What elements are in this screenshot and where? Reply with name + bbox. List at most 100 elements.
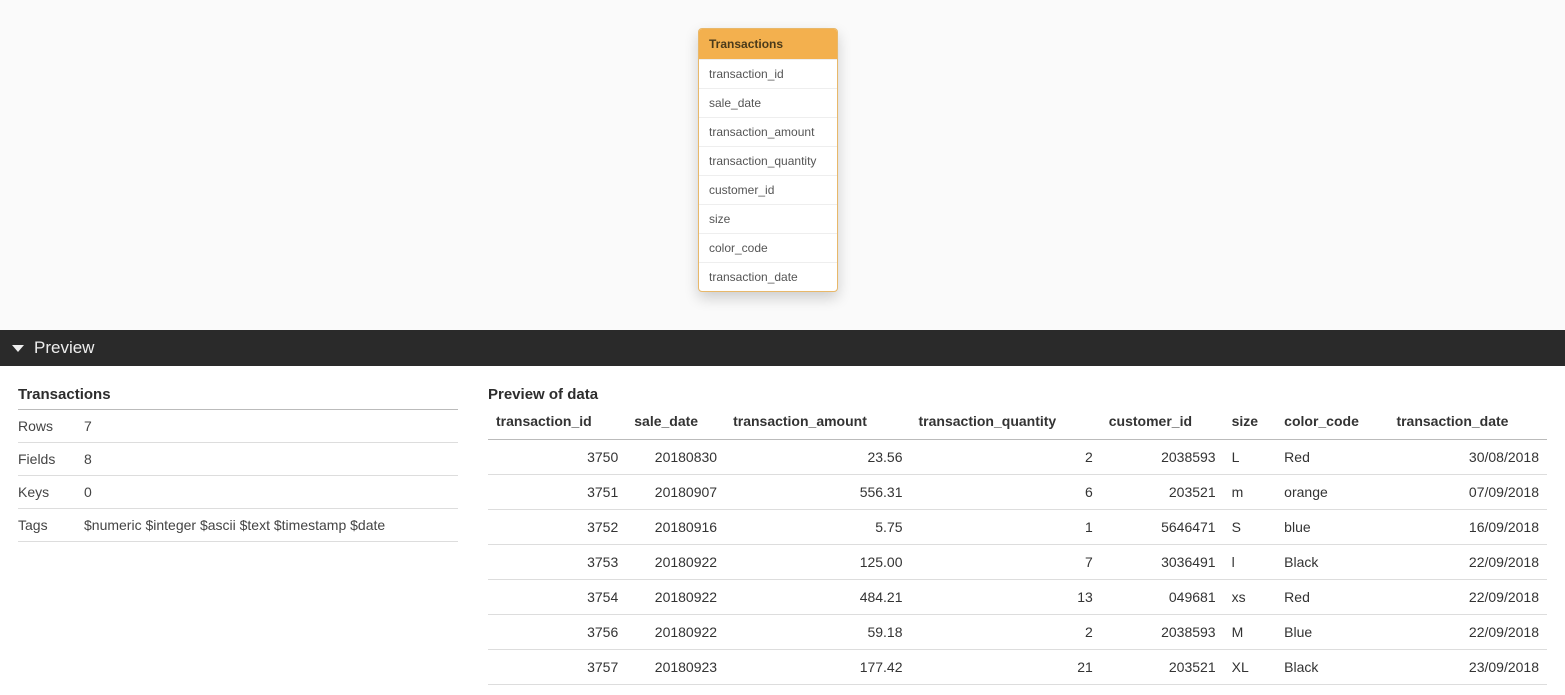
table-cell: 30/08/2018 — [1388, 440, 1547, 475]
table-card-field[interactable]: customer_id — [699, 175, 837, 204]
table-cell: 21 — [911, 650, 1101, 685]
table-column-header[interactable]: transaction_amount — [725, 407, 910, 440]
table-row[interactable]: 375120180907556.316203521morange07/09/20… — [488, 475, 1547, 510]
table-header-row: transaction_idsale_datetransaction_amoun… — [488, 407, 1547, 440]
table-cell: 556.31 — [725, 475, 910, 510]
table-card-field[interactable]: transaction_date — [699, 262, 837, 291]
data-table: transaction_idsale_datetransaction_amoun… — [488, 407, 1547, 685]
table-cell: 2038593 — [1101, 615, 1224, 650]
table-cell: blue — [1276, 510, 1388, 545]
table-cell: 59.18 — [725, 615, 910, 650]
table-cell: 20180922 — [626, 580, 725, 615]
table-column-header[interactable]: size — [1224, 407, 1277, 440]
meta-label: Keys — [18, 484, 84, 500]
meta-row-tags: Tags $numeric $integer $ascii $text $tim… — [18, 509, 458, 542]
meta-label: Fields — [18, 451, 84, 467]
table-row[interactable]: 37502018083023.5622038593LRed30/08/2018 — [488, 440, 1547, 475]
table-cell: M — [1224, 615, 1277, 650]
meta-title: Transactions — [18, 386, 458, 410]
data-panel: Preview of data transaction_idsale_datet… — [488, 386, 1547, 685]
table-cell: Red — [1276, 580, 1388, 615]
table-cell: 23.56 — [725, 440, 910, 475]
table-cell: 177.42 — [725, 650, 910, 685]
table-cell: 203521 — [1101, 650, 1224, 685]
table-cell: 3752 — [488, 510, 626, 545]
table-cell: 6 — [911, 475, 1101, 510]
data-title: Preview of data — [488, 386, 1547, 403]
meta-label: Tags — [18, 517, 84, 533]
table-cell: 20180830 — [626, 440, 725, 475]
table-column-header[interactable]: transaction_id — [488, 407, 626, 440]
table-cell: 3036491 — [1101, 545, 1224, 580]
preview-body: Transactions Rows 7 Fields 8 Keys 0 Tags… — [0, 366, 1565, 695]
table-cell: 049681 — [1101, 580, 1224, 615]
table-cell: L — [1224, 440, 1277, 475]
table-card-title[interactable]: Transactions — [699, 29, 837, 59]
table-cell: 16/09/2018 — [1388, 510, 1547, 545]
table-card-field[interactable]: sale_date — [699, 88, 837, 117]
table-card-field[interactable]: transaction_amount — [699, 117, 837, 146]
table-cell: Red — [1276, 440, 1388, 475]
table-row[interactable]: 375320180922125.0073036491lBlack22/09/20… — [488, 545, 1547, 580]
meta-label: Rows — [18, 418, 84, 434]
table-cell: 3750 — [488, 440, 626, 475]
table-cell: 5.75 — [725, 510, 910, 545]
table-cell: 2 — [911, 440, 1101, 475]
chevron-down-icon — [12, 345, 24, 352]
table-cell: 20180923 — [626, 650, 725, 685]
table-cell: XL — [1224, 650, 1277, 685]
table-column-header[interactable]: transaction_date — [1388, 407, 1547, 440]
meta-value: $numeric $integer $ascii $text $timestam… — [84, 517, 458, 533]
table-cell: 3754 — [488, 580, 626, 615]
table-cell: 07/09/2018 — [1388, 475, 1547, 510]
table-cell: orange — [1276, 475, 1388, 510]
table-column-header[interactable]: customer_id — [1101, 407, 1224, 440]
table-cell: m — [1224, 475, 1277, 510]
table-card-field[interactable]: transaction_id — [699, 59, 837, 88]
table-row[interactable]: 3752201809165.7515646471Sblue16/09/2018 — [488, 510, 1547, 545]
meta-panel: Transactions Rows 7 Fields 8 Keys 0 Tags… — [18, 386, 458, 685]
table-row[interactable]: 375720180923177.4221203521XLBlack23/09/2… — [488, 650, 1547, 685]
meta-row-rows: Rows 7 — [18, 410, 458, 443]
meta-row-fields: Fields 8 — [18, 443, 458, 476]
meta-value: 8 — [84, 451, 458, 467]
table-column-header[interactable]: color_code — [1276, 407, 1388, 440]
table-cell: 7 — [911, 545, 1101, 580]
meta-row-keys: Keys 0 — [18, 476, 458, 509]
model-canvas[interactable]: Transactions transaction_idsale_datetran… — [0, 0, 1565, 330]
table-cell: 3751 — [488, 475, 626, 510]
table-cell: 23/09/2018 — [1388, 650, 1547, 685]
table-card-field[interactable]: size — [699, 204, 837, 233]
table-cell: l — [1224, 545, 1277, 580]
table-cell: 20180922 — [626, 615, 725, 650]
table-cell: Blue — [1276, 615, 1388, 650]
table-cell: 3757 — [488, 650, 626, 685]
table-card-transactions[interactable]: Transactions transaction_idsale_datetran… — [698, 28, 838, 292]
table-column-header[interactable]: sale_date — [626, 407, 725, 440]
table-cell: 203521 — [1101, 475, 1224, 510]
table-row[interactable]: 37562018092259.1822038593MBlue22/09/2018 — [488, 615, 1547, 650]
table-cell: 20180922 — [626, 545, 725, 580]
table-cell: 484.21 — [725, 580, 910, 615]
table-cell: xs — [1224, 580, 1277, 615]
table-cell: 2 — [911, 615, 1101, 650]
table-cell: 2038593 — [1101, 440, 1224, 475]
table-cell: 125.00 — [725, 545, 910, 580]
table-cell: Black — [1276, 545, 1388, 580]
table-cell: Black — [1276, 650, 1388, 685]
table-cell: 22/09/2018 — [1388, 615, 1547, 650]
table-cell: 3756 — [488, 615, 626, 650]
meta-value: 7 — [84, 418, 458, 434]
table-cell: 5646471 — [1101, 510, 1224, 545]
table-card-field[interactable]: transaction_quantity — [699, 146, 837, 175]
meta-value: 0 — [84, 484, 458, 500]
preview-bar-label: Preview — [34, 338, 94, 358]
table-cell: 1 — [911, 510, 1101, 545]
table-cell: 22/09/2018 — [1388, 580, 1547, 615]
preview-toggle-bar[interactable]: Preview — [0, 330, 1565, 366]
table-cell: 3753 — [488, 545, 626, 580]
table-row[interactable]: 375420180922484.2113049681xsRed22/09/201… — [488, 580, 1547, 615]
table-card-field[interactable]: color_code — [699, 233, 837, 262]
table-column-header[interactable]: transaction_quantity — [911, 407, 1101, 440]
table-cell: 20180907 — [626, 475, 725, 510]
